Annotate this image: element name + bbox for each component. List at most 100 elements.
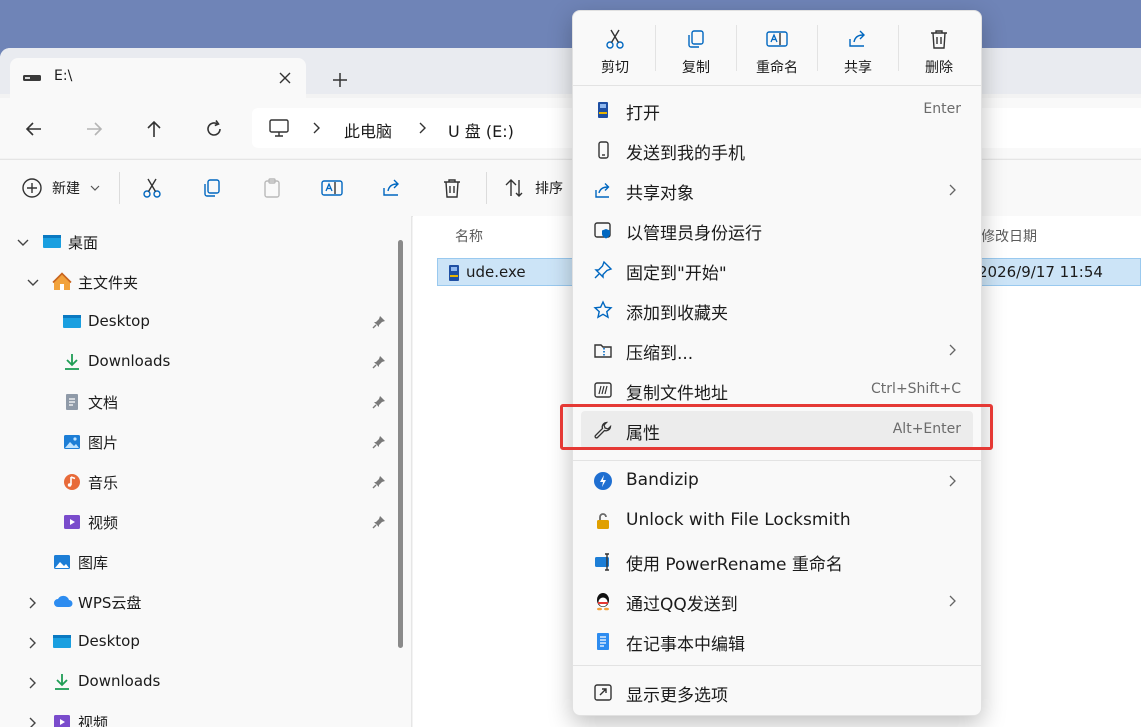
sidebar-item[interactable]: 文档: [0, 382, 390, 422]
sidebar-item-label: 音乐: [88, 474, 119, 492]
sidebar-item-label: 桌面: [68, 234, 99, 252]
copy-icon: [684, 27, 708, 51]
menu-item[interactable]: 以管理员身份运行: [581, 211, 973, 249]
rename-icon: [765, 27, 789, 51]
menu-item[interactable]: 通过QQ发送到: [581, 582, 973, 620]
pane-divider: [411, 216, 412, 727]
pin-icon: [372, 515, 386, 529]
back-arrow-icon[interactable]: [23, 118, 45, 140]
sidebar-scrollbar[interactable]: [398, 240, 403, 648]
paste-icon[interactable]: [260, 176, 284, 200]
chevron-right-icon: [947, 344, 957, 356]
menu-item[interactable]: Unlock with File Locksmith: [581, 502, 973, 540]
sidebar-item-label: 主文件夹: [78, 274, 139, 292]
menu-item[interactable]: 发送到我的手机: [581, 131, 973, 169]
desktop-icon: [42, 232, 62, 252]
pin-icon: [372, 315, 386, 329]
sidebar-item[interactable]: 桌面: [0, 222, 390, 262]
file-name: ude.exe: [466, 263, 526, 281]
chevron-right-icon[interactable]: [26, 716, 40, 727]
quick-action-rename[interactable]: 重命名: [737, 19, 817, 83]
quick-action-label: 共享: [844, 60, 872, 76]
sidebar-item[interactable]: 音乐: [0, 462, 390, 502]
column-header-date[interactable]: 修改日期: [981, 226, 1037, 246]
document-icon: [62, 392, 82, 412]
breadcrumb-usb-drive[interactable]: U 盘 (E:): [448, 118, 514, 142]
chevron-right-icon[interactable]: [26, 636, 40, 650]
refresh-icon[interactable]: [203, 118, 225, 140]
breadcrumb-this-pc[interactable]: 此电脑: [344, 118, 392, 142]
menu-item-label: 使用 PowerRename 重命名: [626, 555, 843, 575]
menu-item-label: 打开: [626, 104, 660, 124]
menu-item-label: 共享对象: [626, 184, 694, 204]
sidebar-item[interactable]: Downloads: [0, 342, 390, 382]
cloud-icon: [52, 592, 73, 612]
quick-action-label: 删除: [925, 60, 953, 76]
sidebar-item-label: Downloads: [88, 352, 171, 370]
chevron-down-icon[interactable]: [16, 236, 30, 250]
rename-icon[interactable]: [320, 176, 344, 200]
menu-item[interactable]: Bandizip: [581, 462, 973, 500]
sidebar-item[interactable]: 视频: [0, 502, 390, 542]
menu-item-label: 通过QQ发送到: [626, 595, 738, 615]
menu-item[interactable]: 在记事本中编辑: [581, 622, 973, 660]
menu-item[interactable]: 固定到"开始": [581, 251, 973, 289]
menu-item[interactable]: 打开 Enter: [581, 91, 973, 129]
cut-icon[interactable]: [140, 176, 164, 200]
menu-divider: [573, 85, 981, 86]
properties-highlight-box: [560, 404, 993, 450]
close-tab-icon[interactable]: [276, 69, 294, 87]
chevron-right-icon[interactable]: [416, 121, 428, 135]
menu-item[interactable]: 显示更多选项: [581, 673, 973, 711]
sidebar-item[interactable]: Desktop: [0, 302, 390, 342]
chevron-down-icon[interactable]: [26, 276, 40, 290]
sort-icon[interactable]: [503, 176, 527, 200]
new-tab-icon[interactable]: [330, 70, 350, 90]
sidebar-item[interactable]: Desktop: [0, 622, 390, 662]
chevron-right-icon[interactable]: [310, 121, 322, 135]
menu-item[interactable]: 共享对象: [581, 171, 973, 209]
quick-action-delete[interactable]: 删除: [899, 19, 979, 83]
quick-action-cut[interactable]: 剪切: [575, 19, 655, 83]
pin-icon: [372, 435, 386, 449]
delete-icon: [927, 27, 951, 51]
sidebar-item-label: Desktop: [78, 632, 140, 650]
menu-item[interactable]: 压缩到...: [581, 331, 973, 369]
menu-divider: [573, 665, 981, 666]
share-icon: [846, 27, 870, 51]
quick-action-share[interactable]: 共享: [818, 19, 898, 83]
menu-item-label: Bandizip: [626, 470, 699, 490]
sort-button[interactable]: 排序: [535, 178, 563, 198]
menu-divider: [573, 460, 981, 461]
menu-item[interactable]: 添加到收藏夹: [581, 291, 973, 329]
tab-e-drive[interactable]: E:\: [10, 58, 306, 98]
chevron-right-icon[interactable]: [26, 676, 40, 690]
delete-icon[interactable]: [440, 176, 464, 200]
pictures-icon: [62, 432, 82, 452]
sidebar-item[interactable]: WPS云盘: [0, 582, 390, 622]
copy-icon[interactable]: [200, 176, 224, 200]
up-arrow-icon[interactable]: [143, 118, 165, 140]
notepad-icon: [593, 631, 613, 651]
chevron-right-icon[interactable]: [26, 596, 40, 610]
sidebar-item-label: 视频: [78, 714, 109, 727]
more-options-icon: [593, 682, 613, 702]
sidebar-item[interactable]: 图库: [0, 542, 390, 582]
forward-arrow-icon[interactable]: [83, 118, 105, 140]
column-header-name[interactable]: 名称: [455, 226, 483, 246]
add-circle-icon[interactable]: [20, 176, 44, 200]
share-icon[interactable]: [380, 176, 404, 200]
star-icon: [593, 300, 613, 320]
quick-action-copy[interactable]: 复制: [656, 19, 736, 83]
sidebar-item[interactable]: 视频: [0, 702, 390, 727]
chevron-down-icon[interactable]: [90, 184, 100, 192]
exe-file-icon: [446, 264, 462, 282]
zip-folder-icon: [593, 340, 613, 360]
new-button[interactable]: 新建: [52, 178, 80, 198]
sidebar-item[interactable]: 主文件夹: [0, 262, 390, 302]
menu-item[interactable]: 使用 PowerRename 重命名: [581, 542, 973, 580]
sidebar-item[interactable]: Downloads: [0, 662, 390, 702]
powerrename-icon: [593, 551, 613, 571]
sidebar-item[interactable]: 图片: [0, 422, 390, 462]
download-icon: [62, 352, 82, 372]
